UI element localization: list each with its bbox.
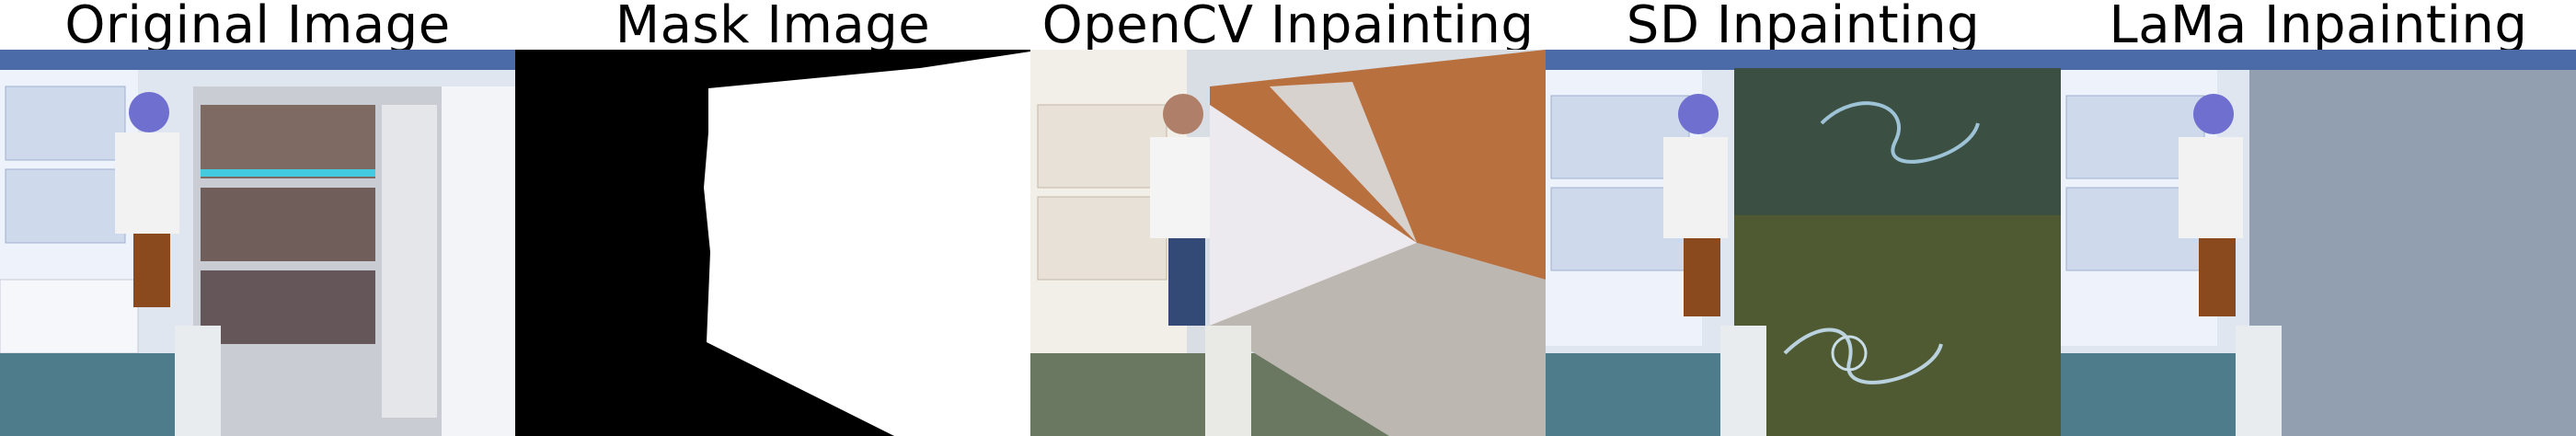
panel-title: LaMa Inpainting <box>2109 0 2528 55</box>
panel-sd: SD Inpainting <box>1546 0 2061 436</box>
panel-original: Original Image <box>0 0 515 436</box>
original-image <box>0 50 515 436</box>
panel-opencv: OpenCV Inpainting <box>1030 0 1546 436</box>
panel-title: Mask Image <box>615 0 931 55</box>
panel-title: SD Inpainting <box>1626 0 1981 55</box>
mask-image <box>515 50 1030 436</box>
panel-mask: Mask Image <box>515 0 1030 436</box>
sd-inpainting-image <box>1546 50 2061 436</box>
panel-title: Original Image <box>64 0 451 55</box>
comparison-strip: Original Image Mask Image OpenCV Inpaint… <box>0 0 2576 436</box>
opencv-inpainting-image <box>1030 50 1546 436</box>
lama-inpainting-image <box>2061 50 2576 436</box>
panel-title: OpenCV Inpainting <box>1041 0 1535 55</box>
panel-lama: LaMa Inpainting <box>2061 0 2576 436</box>
